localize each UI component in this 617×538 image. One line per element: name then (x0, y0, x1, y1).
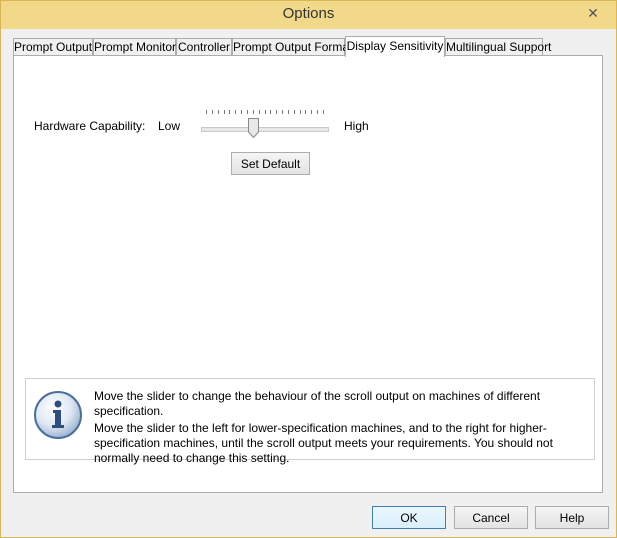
tab-display-sensitivity[interactable]: Display Sensitivity (345, 36, 445, 57)
slider-tick (282, 110, 283, 114)
slider-tick (276, 110, 277, 114)
info-text: Move the slider to change the behaviour … (94, 389, 588, 468)
tab-prompt-output-format[interactable]: Prompt Output Format (232, 38, 352, 56)
tab-controller[interactable]: Controller (176, 38, 232, 56)
slider-tick (311, 110, 312, 114)
cancel-button[interactable]: Cancel (454, 506, 528, 529)
slider-thumb[interactable] (248, 118, 259, 138)
slider-tick (247, 110, 248, 114)
info-box: Move the slider to change the behaviour … (25, 378, 595, 465)
slider-tick (317, 110, 318, 114)
slider-tick (323, 110, 324, 114)
ok-button[interactable]: OK (372, 506, 446, 529)
set-default-button[interactable]: Set Default (231, 152, 310, 175)
close-icon: ✕ (587, 4, 599, 21)
info-line-1: Move the slider to change the behaviour … (94, 389, 541, 418)
tab-prompt-monitor[interactable]: Prompt Monitor (93, 38, 176, 56)
slider-tick (212, 110, 213, 114)
slider-tick (300, 110, 301, 114)
window-title: Options (282, 5, 335, 22)
hardware-capability-label: Hardware Capability: (34, 119, 146, 133)
slider-tick (288, 110, 289, 114)
slider-tick (265, 110, 266, 114)
slider-ticks (206, 110, 324, 115)
slider-tick (229, 110, 230, 114)
tab-prompt-output[interactable]: Prompt Output (13, 38, 93, 56)
display-sensitivity-panel: Hardware Capability: Low High Set Defaul… (13, 55, 603, 493)
slider-tick (241, 110, 242, 114)
slider-tick (259, 110, 260, 114)
slider-tick (218, 110, 219, 114)
slider-tick (235, 110, 236, 114)
hardware-capability-slider[interactable] (201, 106, 331, 138)
slider-tick (253, 110, 254, 114)
options-window: Options ✕ Prompt Output Prompt Monitor C… (0, 0, 617, 538)
dialog-client-area: Prompt Output Prompt Monitor Controller … (8, 29, 609, 530)
slider-tick (224, 110, 225, 114)
slider-track[interactable] (201, 127, 329, 132)
slider-tick (305, 110, 306, 114)
close-button[interactable]: ✕ (576, 2, 610, 24)
slider-tick (270, 110, 271, 114)
help-button[interactable]: Help (535, 506, 609, 529)
title-bar[interactable]: Options ✕ (1, 1, 616, 29)
slider-tick (294, 110, 295, 114)
info-icon (34, 391, 82, 439)
info-line-2: Move the slider to the left for lower-sp… (94, 421, 553, 465)
tab-multilingual-support[interactable]: Multilingual Support (445, 38, 551, 56)
slider-tick (206, 110, 207, 114)
high-label: High (344, 119, 369, 133)
low-label: Low (158, 119, 181, 133)
